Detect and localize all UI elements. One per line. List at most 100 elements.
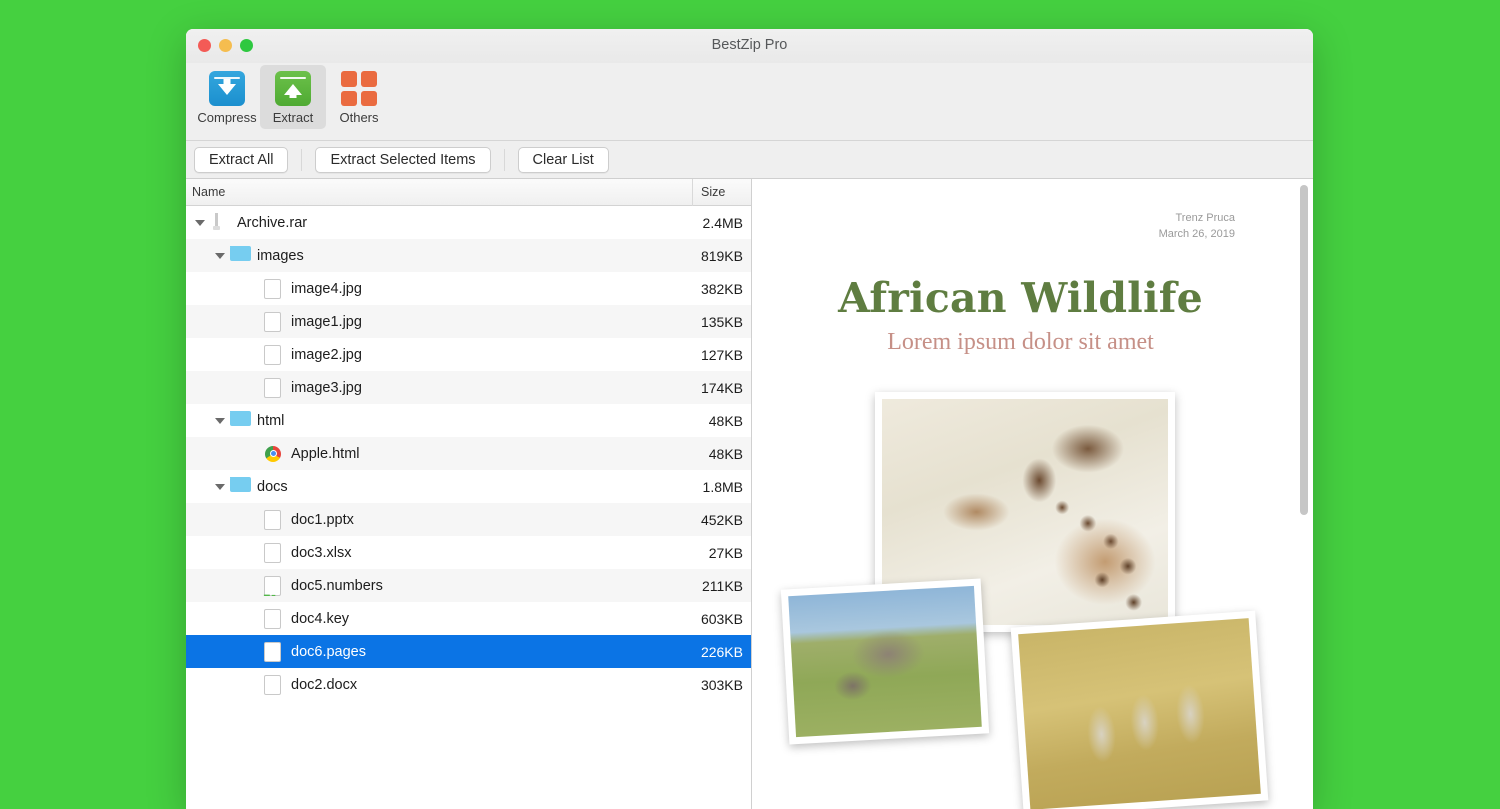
file-size: 226KB <box>700 643 743 660</box>
document-preview-page: Trenz Pruca March 26, 2019 African Wildl… <box>752 179 1313 809</box>
document-title: African Wildlife <box>838 274 1203 322</box>
titlebar: BestZip Pro <box>186 29 1313 63</box>
file-name: doc1.pptx <box>291 511 354 528</box>
toolbar: Compress Extract Others <box>186 63 1313 141</box>
file-name: Archive.rar <box>237 214 308 231</box>
grid-squares-icon <box>341 71 377 106</box>
toolbar-item-others-label: Others <box>339 110 379 125</box>
preview-pane: Trenz Pruca March 26, 2019 African Wildl… <box>752 179 1313 809</box>
file-list-pane: Name Size Archive.rar 2.4MB images 819KB ima… <box>186 178 752 809</box>
table-row[interactable]: Wdoc2.docx 303KB <box>186 668 751 701</box>
app-window: BestZip Pro Compress Extract Others Extr… <box>186 29 1313 809</box>
table-row[interactable]: ✎ doc6.pages 226KB <box>186 635 751 668</box>
column-header: Name Size <box>186 178 751 206</box>
window-title: BestZip Pro <box>711 37 788 53</box>
column-header-size[interactable]: Size <box>693 185 751 199</box>
file-size: 2.4MB <box>702 214 743 231</box>
file-name: doc5.numbers <box>291 577 383 594</box>
row-spacer <box>248 547 260 559</box>
toolbar-item-compress[interactable]: Compress <box>194 65 260 129</box>
table-row[interactable]: html 48KB <box>186 404 751 437</box>
table-row[interactable]: image3.jpg 174KB <box>186 371 751 404</box>
table-row[interactable]: image2.jpg 127KB <box>186 338 751 371</box>
jpg-image-icon <box>264 377 283 398</box>
file-name: doc4.key <box>291 610 350 627</box>
extract-all-button[interactable]: Extract All <box>194 146 289 173</box>
table-row[interactable]: Archive.rar 2.4MB <box>186 206 751 239</box>
row-spacer <box>248 580 260 592</box>
file-name: image3.jpg <box>291 379 362 396</box>
column-header-name[interactable]: Name <box>186 185 692 199</box>
clear-list-button[interactable]: Clear List <box>517 146 609 173</box>
table-row[interactable]: image4.jpg 382KB <box>186 272 751 305</box>
file-size: 135KB <box>700 313 743 330</box>
file-name: image4.jpg <box>291 280 362 297</box>
file-size: 27KB <box>708 544 743 561</box>
extract-selected-items-button[interactable]: Extract Selected Items <box>315 146 491 173</box>
file-name: html <box>257 412 285 429</box>
row-spacer <box>248 679 260 691</box>
file-size: 603KB <box>700 610 743 627</box>
file-name: doc3.xlsx <box>291 544 352 561</box>
file-name: images <box>257 247 304 264</box>
toolbar-item-compress-label: Compress <box>197 110 257 125</box>
preview-scrollbar[interactable] <box>1300 183 1308 805</box>
file-name: image1.jpg <box>291 313 362 330</box>
table-row[interactable]: ▊▌ doc5.numbers 211KB <box>186 569 751 602</box>
word-icon: W <box>264 674 283 695</box>
meerkats-photo <box>1010 610 1269 809</box>
elephants-photo-image <box>788 585 982 738</box>
file-size: 303KB <box>700 676 743 693</box>
table-row[interactable]: images 819KB <box>186 239 751 272</box>
toolbar-item-extract-label: Extract <box>272 110 314 125</box>
toolbar-item-extract[interactable]: Extract <box>260 65 326 129</box>
rar-archive-icon <box>210 212 229 233</box>
document-date: March 26, 2019 <box>1158 227 1235 240</box>
elephants-photo <box>780 578 990 745</box>
folder-icon <box>230 245 251 266</box>
chevron-down-icon[interactable] <box>194 217 206 229</box>
file-size: 819KB <box>700 247 743 264</box>
chrome-html-icon <box>264 444 283 464</box>
pages-icon: ✎ <box>264 641 283 662</box>
row-spacer <box>248 382 260 394</box>
keynote-icon: ▭ <box>264 608 283 629</box>
file-name: Apple.html <box>291 445 360 462</box>
row-spacer <box>248 646 260 658</box>
document-subtitle: Lorem ipsum dolor sit amet <box>887 329 1154 355</box>
table-row[interactable]: Pdoc1.pptx 452KB <box>186 503 751 536</box>
row-spacer <box>248 316 260 328</box>
file-size: 127KB <box>700 346 743 363</box>
table-row[interactable]: Apple.html 48KB <box>186 437 751 470</box>
file-name: doc6.pages <box>291 643 366 660</box>
file-size: 48KB <box>708 445 743 462</box>
file-name: doc2.docx <box>291 676 358 693</box>
jpg-image-icon <box>264 311 283 332</box>
jpg-image-icon <box>264 278 283 299</box>
action-divider <box>503 148 505 171</box>
file-size: 452KB <box>700 511 743 528</box>
toolbar-item-others[interactable]: Others <box>326 65 392 129</box>
jpg-image-icon <box>264 344 283 365</box>
folder-icon <box>230 476 251 497</box>
preview-scrollbar-thumb[interactable] <box>1300 185 1308 515</box>
chevron-down-icon[interactable] <box>214 481 226 493</box>
extract-box-up-arrow-icon <box>275 71 311 106</box>
row-spacer <box>248 349 260 361</box>
file-size: 382KB <box>700 280 743 297</box>
document-meta: Trenz Pruca March 26, 2019 <box>1159 211 1235 243</box>
chevron-down-icon[interactable] <box>214 415 226 427</box>
table-row[interactable]: image1.jpg 135KB <box>186 305 751 338</box>
table-row[interactable]: ▭ doc4.key 603KB <box>186 602 751 635</box>
file-name: image2.jpg <box>291 346 362 363</box>
row-spacer <box>248 448 260 460</box>
table-row[interactable]: Xdoc3.xlsx 27KB <box>186 536 751 569</box>
row-spacer <box>248 283 260 295</box>
powerpoint-icon: P <box>264 509 283 530</box>
file-size: 174KB <box>700 379 743 396</box>
meerkats-photo-image <box>1018 618 1261 809</box>
numbers-icon: ▊▌ <box>264 575 283 596</box>
table-row[interactable]: docs 1.8MB <box>186 470 751 503</box>
chevron-down-icon[interactable] <box>214 250 226 262</box>
content-split: Name Size Archive.rar 2.4MB images 819KB ima… <box>186 178 1313 809</box>
